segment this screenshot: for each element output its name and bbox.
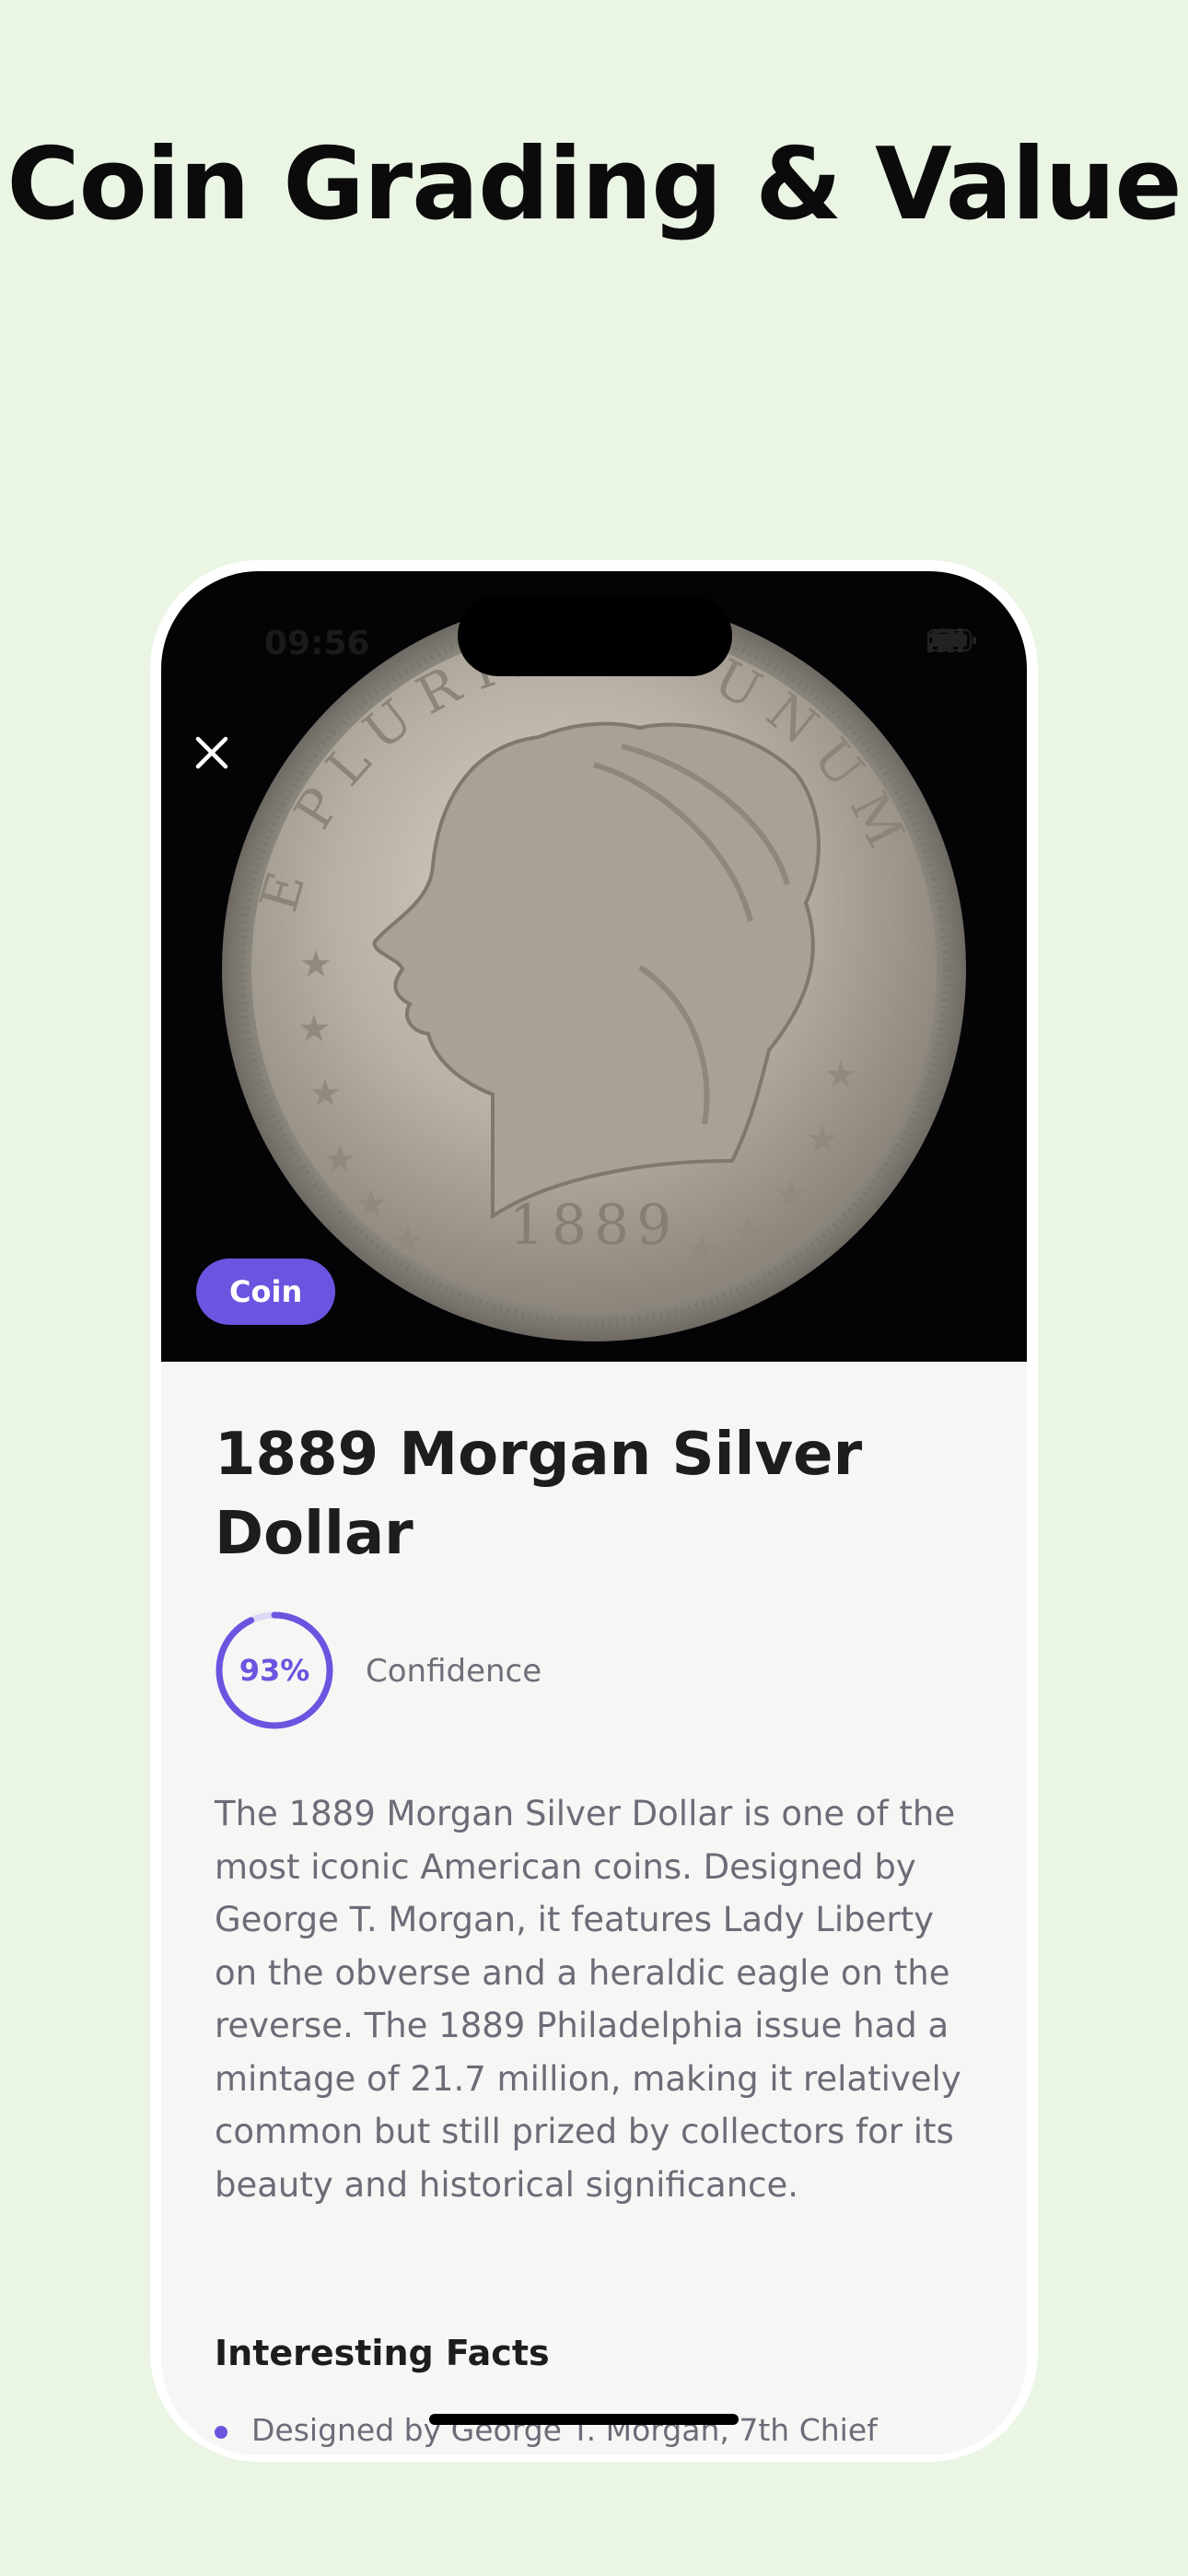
status-time: 09:56: [264, 625, 370, 662]
confidence-percent: 93%: [239, 1653, 310, 1688]
coin-year: 1889: [509, 1193, 680, 1258]
coin-title: 1889 Morgan Silver Dollar: [215, 1421, 863, 1568]
svg-text:★: ★: [323, 1139, 356, 1181]
svg-text:★: ★: [732, 1211, 765, 1253]
facts-heading: Interesting Facts: [215, 2333, 550, 2373]
bullet-icon: [215, 2425, 227, 2439]
svg-text:★: ★: [686, 1229, 719, 1271]
svg-text:★: ★: [309, 1072, 342, 1115]
svg-text:★: ★: [297, 1008, 331, 1050]
svg-text:★: ★: [355, 1183, 388, 1225]
category-badge: Coin: [196, 1259, 336, 1325]
confidence-ring: 93%: [215, 1610, 334, 1730]
app-screen: E PLURIBUS UNUM 1889 ★ ★ ★ ★ ★ ★ ★ ★ ★ ★: [161, 571, 1027, 2455]
close-button[interactable]: [194, 735, 259, 800]
dynamic-island: [458, 595, 732, 676]
details-panel: 1889 Morgan Silver Dollar 93% Confidence…: [161, 1362, 1027, 2455]
coin-image: E PLURIBUS UNUM 1889 ★ ★ ★ ★ ★ ★ ★ ★ ★ ★: [222, 597, 966, 1341]
svg-text:★: ★: [824, 1054, 857, 1096]
phone-frame: E PLURIBUS UNUM 1889 ★ ★ ★ ★ ★ ★ ★ ★ ★ ★: [150, 560, 1038, 2462]
coin-description: The 1889 Morgan Silver Dollar is one of …: [215, 1794, 961, 2205]
page-headline: Coin Grading & Value: [6, 127, 1182, 242]
confidence-label: Confidence: [366, 1653, 542, 1690]
coin-photo: E PLURIBUS UNUM 1889 ★ ★ ★ ★ ★ ★ ★ ★ ★ ★: [161, 571, 1027, 1362]
home-indicator[interactable]: [429, 2414, 739, 2425]
svg-text:★: ★: [391, 1220, 425, 1262]
svg-text:★: ★: [299, 943, 332, 986]
svg-text:★: ★: [806, 1118, 839, 1161]
svg-text:★: ★: [775, 1174, 808, 1216]
